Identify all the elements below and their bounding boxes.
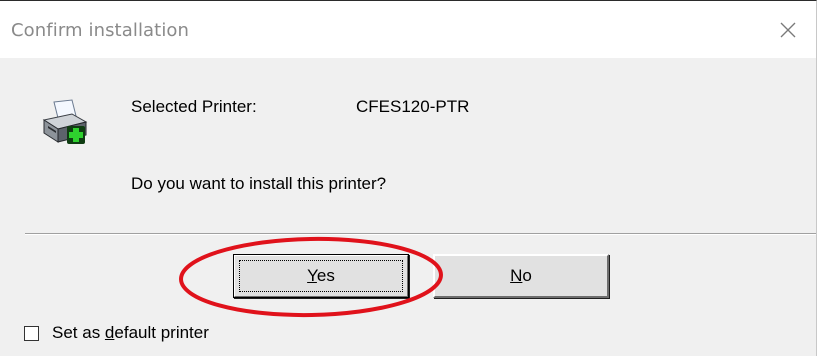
yes-button[interactable]: Yes — [233, 254, 409, 298]
no-label-rest: o — [522, 266, 532, 285]
default-printer-label: Set as default printer — [52, 323, 209, 343]
title-bar: Confirm installation — [0, 1, 816, 58]
no-mnemonic: N — [510, 266, 523, 285]
install-question: Do you want to install this printer? — [131, 174, 387, 193]
yes-mnemonic: Y — [307, 266, 317, 285]
confirm-installation-dialog: Confirm installation Selected Printer: C… — [0, 0, 817, 356]
default-printer-checkbox-row[interactable]: Set as default printer — [24, 321, 209, 345]
yes-label-rest: es — [316, 266, 335, 285]
close-icon — [780, 22, 796, 38]
separator — [25, 233, 816, 235]
default-printer-checkbox[interactable] — [24, 325, 39, 341]
checkbox-mnemonic: d — [104, 323, 115, 342]
yes-button-label: Yes — [307, 266, 335, 286]
window-title: Confirm installation — [11, 20, 190, 41]
printer-name: CFES120-PTR — [356, 97, 470, 116]
no-button-label: No — [510, 266, 532, 286]
printer-add-icon — [40, 98, 90, 152]
selected-printer-label: Selected Printer: — [131, 97, 257, 116]
close-button[interactable] — [756, 1, 816, 58]
checkbox-label-after: efault printer — [114, 323, 209, 342]
checkbox-label-before: Set as — [52, 323, 105, 342]
no-button[interactable]: No — [433, 254, 609, 298]
